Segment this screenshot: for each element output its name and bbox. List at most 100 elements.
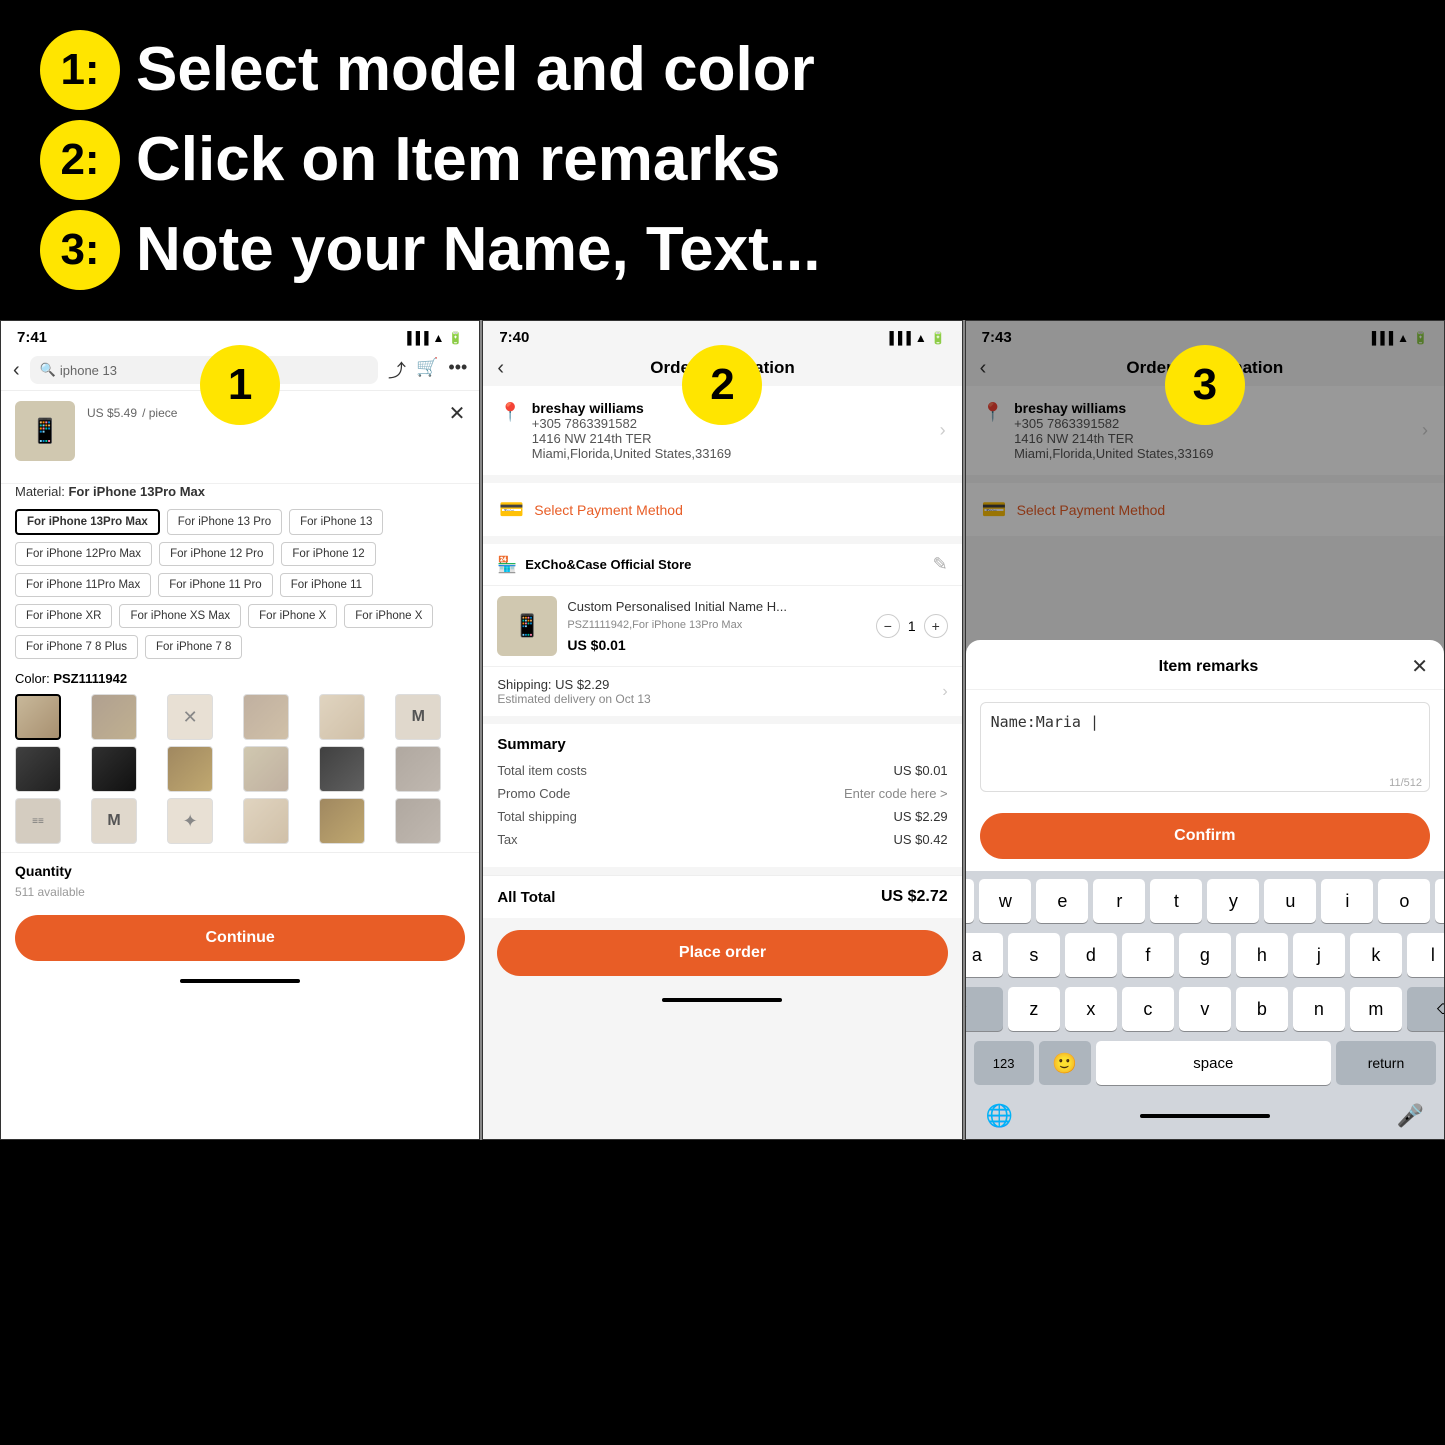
product-thumbnail: 📱 <box>15 401 75 461</box>
model-btn-8[interactable]: For iPhone 11 <box>280 573 373 597</box>
place-order-button[interactable]: Place order <box>497 930 947 976</box>
key-w[interactable]: w <box>979 879 1031 923</box>
key-n[interactable]: n <box>1293 987 1345 1031</box>
key-h[interactable]: h <box>1236 933 1288 977</box>
color-swatch-11[interactable] <box>319 746 365 792</box>
key-k[interactable]: k <box>1350 933 1402 977</box>
mic-icon[interactable]: 🎤 <box>1397 1103 1424 1129</box>
model-btn-11[interactable]: For iPhone X <box>248 604 337 628</box>
key-123[interactable]: 123 <box>974 1041 1034 1085</box>
store-section: 🏪 ExCho&Case Official Store ✎ 📱 Custom P… <box>483 544 961 716</box>
item-remarks-modal: Item remarks ✕ Name:Maria | 11/512 Confi… <box>966 640 1444 1139</box>
remarks-textarea[interactable]: Name:Maria | <box>980 702 1430 792</box>
key-l[interactable]: l <box>1407 933 1445 977</box>
key-o[interactable]: o <box>1378 879 1430 923</box>
close-button[interactable]: ✕ <box>449 401 466 426</box>
phone2-time: 7:40 <box>499 329 529 346</box>
key-u[interactable]: u <box>1264 879 1316 923</box>
key-m[interactable]: m <box>1350 987 1402 1031</box>
color-swatch-2[interactable] <box>91 694 137 740</box>
color-swatch-18[interactable] <box>395 798 441 844</box>
key-delete[interactable]: ⌫ <box>1407 987 1445 1031</box>
model-btn-12[interactable]: For iPhone X <box>344 604 433 628</box>
summary-shipping: Total shipping US $2.29 <box>497 809 947 824</box>
model-btn-9[interactable]: For iPhone XR <box>15 604 112 628</box>
key-e[interactable]: e <box>1036 879 1088 923</box>
instruction-text-1: Select model and color <box>136 36 815 104</box>
phone-1: 1 7:41 ▐▐▐ ▲ 🔋 ‹ 🔍 iphone 13 ⤴ 🛒 ••• <box>0 320 480 1140</box>
key-i[interactable]: i <box>1321 879 1373 923</box>
model-btn-7[interactable]: For iPhone 11 Pro <box>158 573 272 597</box>
remarks-confirm-button[interactable]: Confirm <box>980 813 1430 859</box>
key-q[interactable]: q <box>965 879 975 923</box>
key-d[interactable]: d <box>1065 933 1117 977</box>
model-btn-10[interactable]: For iPhone XS Max <box>119 604 241 628</box>
phone1-nav-icons: ⤴ 🛒 ••• <box>388 357 467 383</box>
color-swatch-5[interactable] <box>319 694 365 740</box>
step-badge-2: 2: <box>40 120 120 200</box>
keyboard-mic-row: 🌐 🎤 <box>970 1097 1440 1135</box>
phone1-home-indicator <box>1 971 479 991</box>
color-swatch-17[interactable] <box>319 798 365 844</box>
model-btn-0[interactable]: For iPhone 13Pro Max <box>15 509 160 535</box>
model-options: For iPhone 13Pro Max For iPhone 13 Pro F… <box>1 509 479 659</box>
key-x[interactable]: x <box>1065 987 1117 1031</box>
qty-increase-button[interactable]: + <box>924 614 948 638</box>
model-btn-5[interactable]: For iPhone 12 <box>281 542 375 566</box>
step-badge-3: 3: <box>40 210 120 290</box>
model-btn-13[interactable]: For iPhone 7 8 Plus <box>15 635 138 659</box>
color-swatch-8[interactable] <box>91 746 137 792</box>
color-swatch-15[interactable]: ✦ <box>167 798 213 844</box>
store-icon: 🏪 <box>497 555 517 575</box>
key-b[interactable]: b <box>1236 987 1288 1031</box>
phone1-back-button[interactable]: ‹ <box>13 359 20 382</box>
continue-button[interactable]: Continue <box>15 915 465 961</box>
color-swatch-3[interactable]: ✕ <box>167 694 213 740</box>
model-btn-6[interactable]: For iPhone 11Pro Max <box>15 573 151 597</box>
color-swatch-9[interactable] <box>167 746 213 792</box>
color-swatch-16[interactable] <box>243 798 289 844</box>
color-swatch-4[interactable] <box>243 694 289 740</box>
summary-tax: Tax US $0.42 <box>497 832 947 847</box>
key-z[interactable]: z <box>1008 987 1060 1031</box>
material-label: Material: For iPhone 13Pro Max <box>1 484 479 499</box>
model-btn-3[interactable]: For iPhone 12Pro Max <box>15 542 152 566</box>
key-a[interactable]: a <box>965 933 1003 977</box>
model-btn-14[interactable]: For iPhone 7 8 <box>145 635 242 659</box>
share-icon[interactable]: ⤴ <box>388 357 406 383</box>
phone2-back-button[interactable]: ‹ <box>497 357 504 380</box>
key-v[interactable]: v <box>1179 987 1231 1031</box>
qty-decrease-button[interactable]: − <box>876 614 900 638</box>
edit-icon[interactable]: ✎ <box>933 554 948 575</box>
payment-row[interactable]: 💳 Select Payment Method <box>483 483 961 536</box>
color-swatch-14[interactable]: M <box>91 798 137 844</box>
globe-icon[interactable]: 🌐 <box>986 1103 1013 1129</box>
color-swatch-7[interactable] <box>15 746 61 792</box>
key-space[interactable]: space <box>1096 1041 1331 1085</box>
key-s[interactable]: s <box>1008 933 1060 977</box>
key-j[interactable]: j <box>1293 933 1345 977</box>
key-emoji[interactable]: 🙂 <box>1039 1041 1091 1085</box>
keyboard-bottom-row: 123 🙂 space return <box>970 1041 1440 1085</box>
model-btn-1[interactable]: For iPhone 13 Pro <box>167 509 282 535</box>
color-swatch-1[interactable] <box>15 694 61 740</box>
color-swatch-12[interactable] <box>395 746 441 792</box>
color-swatch-6[interactable]: M <box>395 694 441 740</box>
color-swatch-10[interactable] <box>243 746 289 792</box>
key-f[interactable]: f <box>1122 933 1174 977</box>
key-g[interactable]: g <box>1179 933 1231 977</box>
key-y[interactable]: y <box>1207 879 1259 923</box>
summary-promo[interactable]: Promo Code Enter code here > <box>497 786 947 801</box>
key-return[interactable]: return <box>1336 1041 1436 1085</box>
key-shift[interactable]: ⇧ <box>965 987 1003 1031</box>
key-t[interactable]: t <box>1150 879 1202 923</box>
key-r[interactable]: r <box>1093 879 1145 923</box>
color-swatch-13[interactable]: ≡≡ <box>15 798 61 844</box>
key-c[interactable]: c <box>1122 987 1174 1031</box>
remarks-close-button[interactable]: ✕ <box>1411 654 1428 679</box>
model-btn-2[interactable]: For iPhone 13 <box>289 509 383 535</box>
model-btn-4[interactable]: For iPhone 12 Pro <box>159 542 274 566</box>
cart-icon[interactable]: 🛒 <box>416 357 438 383</box>
more-icon[interactable]: ••• <box>448 357 467 383</box>
key-p[interactable]: p <box>1435 879 1445 923</box>
